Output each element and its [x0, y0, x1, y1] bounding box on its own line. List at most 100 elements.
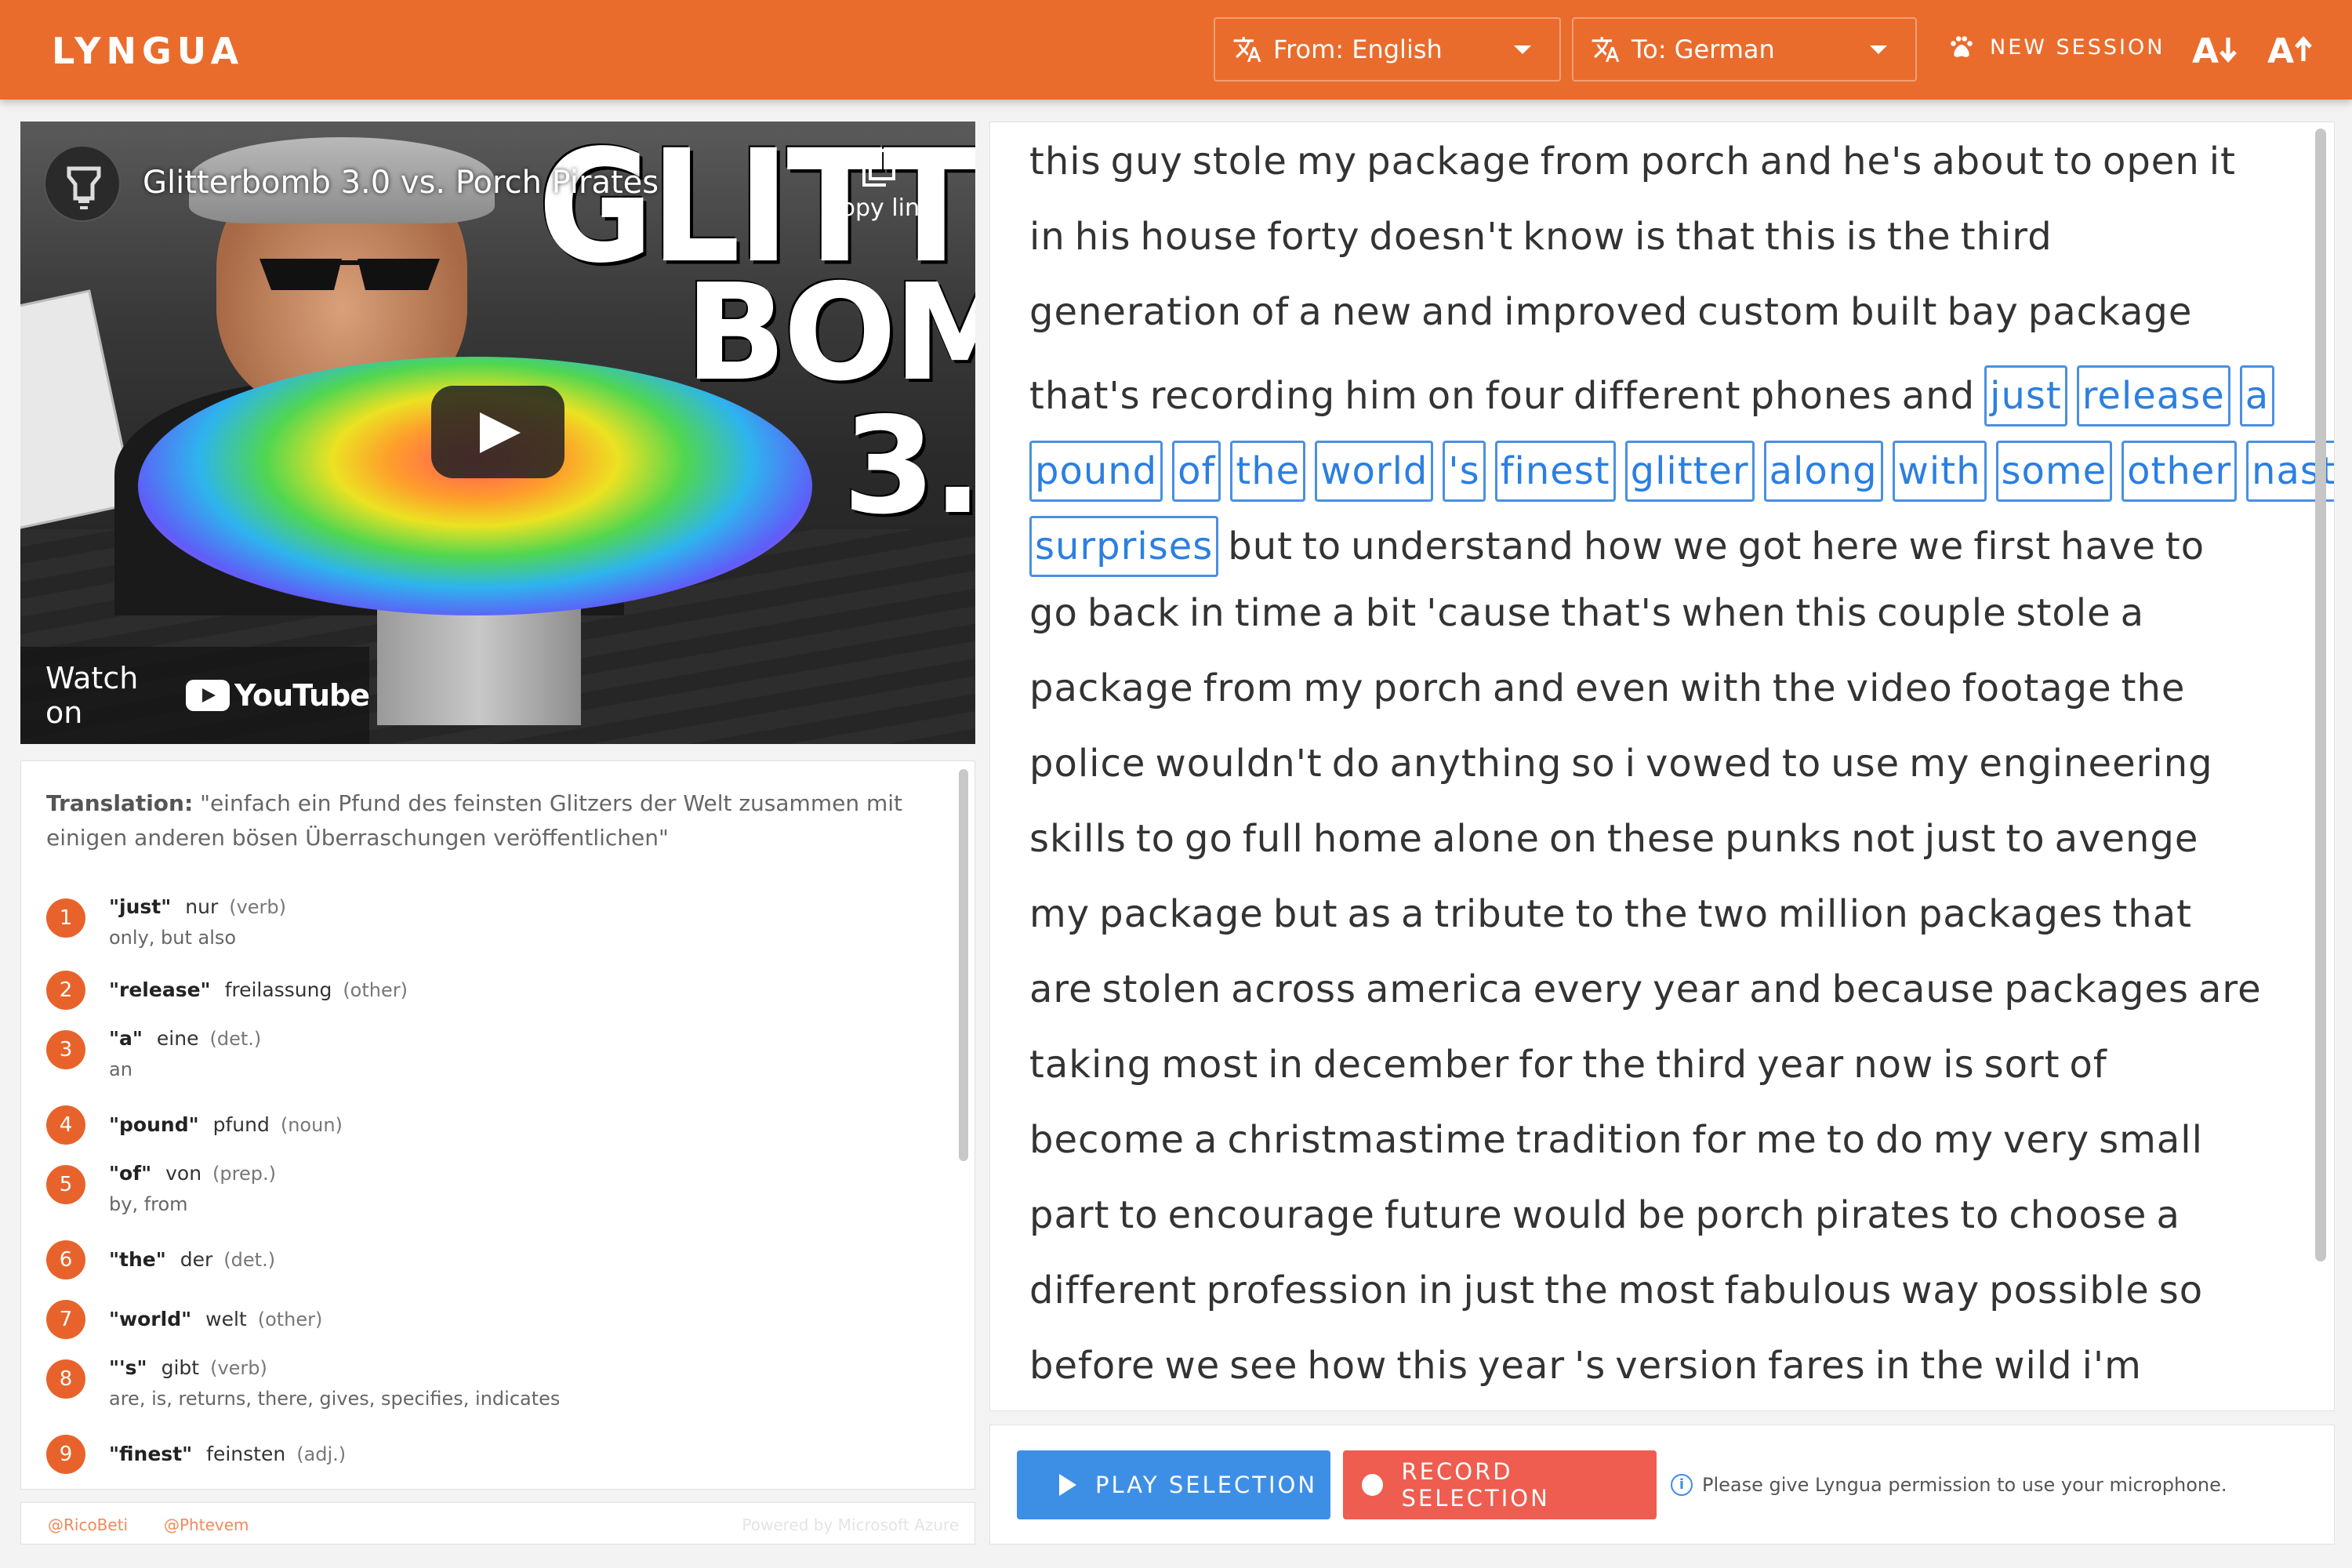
transcript-word[interactable]: to	[1302, 524, 1341, 568]
transcript-word[interactable]: we	[1909, 524, 1965, 568]
video-title[interactable]: Glitterbomb 3.0 vs. Porch Pirates	[143, 165, 659, 201]
channel-avatar[interactable]	[44, 145, 121, 222]
transcript-word[interactable]: do	[1332, 742, 1381, 786]
transcript-word[interactable]: police	[1029, 742, 1145, 786]
transcript-word[interactable]: way	[1901, 1269, 1980, 1312]
transcript-word[interactable]: custom	[1697, 290, 1841, 334]
transcript-word[interactable]: and	[1902, 374, 1975, 418]
transcript-word[interactable]: packages	[1918, 892, 2103, 936]
transcript-word[interactable]: four	[1486, 374, 1564, 418]
transcript-word[interactable]: go	[1185, 817, 1233, 861]
transcript-word[interactable]: skills	[1029, 817, 1127, 861]
transcript-word[interactable]: open	[2103, 140, 2200, 183]
transcript-word[interactable]: doesn't	[1370, 215, 1514, 259]
transcript-word[interactable]: do	[1875, 1118, 1924, 1162]
selected-word[interactable]: just	[1984, 365, 2067, 426]
font-size-increase-icon[interactable]: A	[2267, 30, 2313, 69]
transcript-word[interactable]: just	[1925, 817, 1997, 861]
record-selection-button[interactable]: RECORD SELECTION	[1343, 1450, 1657, 1519]
transcript-word[interactable]: couple	[1877, 591, 2007, 635]
transcript-word[interactable]: with	[1680, 666, 1763, 710]
scrollbar[interactable]	[959, 769, 968, 1161]
transcript-word[interactable]: tribute	[1434, 892, 1566, 936]
transcript-word[interactable]: small	[2099, 1118, 2203, 1162]
transcript-word[interactable]: him	[1345, 374, 1418, 418]
transcript-word[interactable]: stolen	[1102, 967, 1221, 1011]
transcript-word[interactable]: pirates	[1815, 1193, 1951, 1237]
transcript-word[interactable]: and	[1760, 140, 1833, 183]
transcript-word[interactable]: footage	[1962, 666, 2112, 710]
transcript-word[interactable]: december	[1313, 1043, 1509, 1087]
transcript-word[interactable]: for	[1693, 1118, 1747, 1162]
transcript-word[interactable]: my	[1297, 140, 1357, 183]
transcript-word[interactable]: version	[1615, 1344, 1759, 1388]
transcript-word[interactable]: in	[1189, 591, 1225, 635]
transcript-word[interactable]: and	[1421, 290, 1494, 334]
transcript-word[interactable]: are	[1029, 967, 1093, 1011]
transcript-word[interactable]: even	[1575, 666, 1671, 710]
transcript-word[interactable]: future	[1385, 1193, 1503, 1237]
from-language-select[interactable]: From: English	[1214, 17, 1561, 82]
transcript-word[interactable]: bit	[1366, 591, 1417, 635]
transcript-word[interactable]: on	[1549, 817, 1598, 861]
transcript-word[interactable]: phones	[1751, 374, 1893, 418]
transcript-word[interactable]: time	[1235, 591, 1323, 635]
transcript-word[interactable]: go	[1029, 591, 1078, 635]
transcript-word[interactable]: package	[1367, 140, 1531, 183]
transcript-word[interactable]: stole	[1192, 140, 1287, 183]
selected-word[interactable]: with	[1892, 441, 1987, 502]
selected-word[interactable]: other	[2122, 441, 2238, 502]
transcript-word[interactable]: third	[1961, 215, 2053, 259]
transcript-word[interactable]: got	[1738, 524, 1802, 568]
transcript-word[interactable]: the	[1624, 892, 1689, 936]
transcript-word[interactable]: year	[1757, 1043, 1844, 1087]
transcript-word[interactable]: on	[1428, 374, 1476, 418]
transcript-word[interactable]: of	[2070, 1043, 2107, 1087]
transcript-word[interactable]: package	[1029, 666, 1194, 710]
selected-word[interactable]: a	[2239, 365, 2275, 426]
transcript-word[interactable]: would	[1512, 1193, 1628, 1237]
transcript-word[interactable]: most	[1161, 1043, 1258, 1087]
transcript-word[interactable]: how	[1307, 1344, 1387, 1388]
transcript-word[interactable]: porch	[1640, 140, 1750, 183]
transcript-word[interactable]: third	[1656, 1043, 1748, 1087]
transcript-word[interactable]: to	[2165, 524, 2205, 568]
transcript-word[interactable]: taking	[1029, 1043, 1152, 1087]
transcript-word[interactable]: understand	[1351, 524, 1574, 568]
copy-link-button[interactable]: Copy link	[820, 149, 938, 222]
transcript-word[interactable]: guy	[1111, 140, 1183, 183]
transcript-word[interactable]: see	[1229, 1344, 1298, 1388]
transcript-word[interactable]: just	[1463, 1269, 1535, 1312]
transcript-word[interactable]: house	[1141, 215, 1258, 259]
transcript-word[interactable]: a	[1194, 1118, 1218, 1162]
app-logo[interactable]: LYNGUA	[52, 30, 244, 72]
transcript-word[interactable]: so	[1571, 742, 1615, 786]
transcript-word[interactable]: but	[1273, 892, 1338, 936]
transcript-word[interactable]: year	[1478, 1344, 1565, 1388]
transcript-word[interactable]: built	[1850, 290, 1937, 334]
transcript-word[interactable]: have	[2060, 524, 2156, 568]
transcript-word[interactable]: to	[1782, 742, 1821, 786]
transcript-word[interactable]: a	[1401, 892, 1425, 936]
transcript-word[interactable]: fabulous	[1725, 1269, 1892, 1312]
selected-word[interactable]: pound	[1029, 441, 1163, 502]
transcript-word[interactable]: not	[1851, 817, 1915, 861]
transcript-word[interactable]: these	[1607, 817, 1715, 861]
transcript-word[interactable]: be	[1638, 1193, 1686, 1237]
transcript-word[interactable]: christmastime	[1227, 1118, 1506, 1162]
transcript-word[interactable]: we	[1164, 1344, 1220, 1388]
transcript-word[interactable]: first	[1973, 524, 2051, 568]
transcript-word[interactable]: in	[1268, 1043, 1304, 1087]
transcript-word[interactable]: part	[1029, 1193, 1109, 1237]
transcript-word[interactable]: in	[1418, 1269, 1454, 1312]
selected-word[interactable]: surprises	[1029, 516, 1219, 577]
transcript-word[interactable]: video	[1846, 666, 1953, 710]
to-language-select[interactable]: To: German	[1572, 17, 1917, 82]
transcript-word[interactable]: he's	[1842, 140, 1922, 183]
transcript-word[interactable]: tradition	[1516, 1118, 1683, 1162]
transcript-word[interactable]: a	[2156, 1193, 2180, 1237]
transcript-word[interactable]: that's	[1561, 591, 1672, 635]
transcript-word[interactable]: his	[1075, 215, 1131, 259]
transcript-word[interactable]: vowed	[1646, 742, 1773, 786]
transcript-word[interactable]: two	[1697, 892, 1768, 936]
